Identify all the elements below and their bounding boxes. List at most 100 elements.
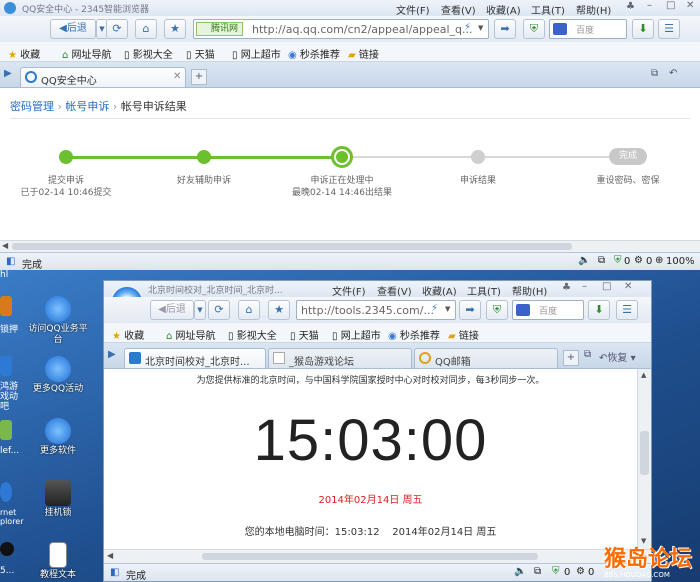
- restore-button[interactable]: ↶恢复 ▾: [599, 349, 636, 364]
- speed-icon[interactable]: ⚡: [464, 22, 471, 33]
- fav-market[interactable]: ▯ 网上超市: [232, 46, 281, 61]
- fav-tmall[interactable]: ▯ 天猫: [186, 46, 215, 61]
- close-icon[interactable]: ✕: [624, 281, 632, 292]
- fav-collect[interactable]: ★ 收藏: [8, 46, 40, 61]
- menu-favorites[interactable]: 收藏(A): [486, 2, 521, 17]
- minimize-icon[interactable]: –: [582, 281, 587, 292]
- cut-app-icon[interactable]: [0, 356, 12, 376]
- shield-small-icon[interactable]: ⛨: [614, 255, 622, 266]
- scroll-thumb[interactable]: [12, 243, 572, 250]
- fav-video[interactable]: ▯ 影视大全: [228, 327, 277, 342]
- new-tab-icon[interactable]: +: [563, 350, 579, 366]
- vertical-scrollbar[interactable]: ▲ ▼: [637, 369, 651, 549]
- menu-file[interactable]: 文件(F): [332, 283, 366, 298]
- fav-links[interactable]: ▰ 链接: [448, 327, 479, 342]
- menu-favorites[interactable]: 收藏(A): [422, 283, 457, 298]
- url-text[interactable]: http://aq.qq.com/cn2/appeal/appeal_q...: [252, 23, 473, 36]
- fav-video[interactable]: ▯ 影视大全: [124, 46, 173, 61]
- desktop-icon-lock[interactable]: 挂机锁: [28, 480, 88, 519]
- tab-beijing-time[interactable]: 北京时间校对_北京时...: [124, 348, 266, 368]
- gear-icon[interactable]: ⚙: [576, 566, 585, 577]
- qq-penguin-icon[interactable]: [0, 542, 14, 556]
- window-icon[interactable]: ⧉: [534, 566, 541, 577]
- zoom-level[interactable]: 100%: [666, 256, 695, 267]
- fav-tmall[interactable]: ▯ 天猫: [290, 327, 319, 342]
- url-text[interactable]: http://tools.2345.com/...: [301, 304, 434, 317]
- skin-icon[interactable]: ♣: [626, 1, 635, 12]
- scroll-thumb[interactable]: [640, 431, 649, 475]
- home-icon[interactable]: ⌂: [238, 300, 260, 320]
- scroll-thumb[interactable]: [202, 553, 538, 560]
- scroll-left-icon[interactable]: ◀: [2, 241, 8, 250]
- fav-links[interactable]: ▰ 链接: [348, 46, 379, 61]
- tab-qq-mail[interactable]: QQ邮箱: [414, 348, 558, 368]
- back-button[interactable]: ◀后退: [50, 19, 96, 39]
- tab-close-icon[interactable]: ✕: [173, 71, 181, 82]
- go-icon[interactable]: ➡: [494, 19, 516, 39]
- cut-app-icon[interactable]: [0, 482, 12, 502]
- volume-icon[interactable]: 🔈: [514, 566, 526, 577]
- tab-houdao[interactable]: _猴岛游戏论坛: [268, 348, 412, 368]
- volume-icon[interactable]: 🔈: [578, 255, 590, 266]
- desktop-icon-qq-events[interactable]: 更多QQ活动: [28, 356, 88, 395]
- breadcrumb-password[interactable]: 密码管理: [10, 100, 54, 113]
- url-dropdown-icon[interactable]: ▼: [445, 305, 450, 313]
- shield-icon[interactable]: ⛨: [523, 19, 545, 39]
- desktop-icon-qq-biz[interactable]: 访问QQ业务平台: [28, 296, 88, 346]
- speed-icon[interactable]: ⚡: [431, 303, 438, 314]
- cut-app-icon[interactable]: [0, 296, 12, 316]
- refresh-icon[interactable]: ⟳: [208, 300, 230, 320]
- new-tab-icon[interactable]: +: [191, 69, 207, 85]
- star-icon[interactable]: ★: [268, 300, 290, 320]
- tab-list-icon[interactable]: ⧉: [584, 349, 591, 360]
- fav-nav[interactable]: ⌂ 网址导航: [62, 46, 112, 61]
- tab-list-icon[interactable]: ⧉: [651, 68, 658, 79]
- breadcrumb-appeal[interactable]: 帐号申诉: [65, 100, 109, 113]
- address-bar[interactable]: 腾讯网 http://aq.qq.com/cn2/appeal/appeal_q…: [193, 19, 489, 39]
- menu-file[interactable]: 文件(F): [396, 2, 430, 17]
- fav-flash[interactable]: ◉ 秒杀推荐: [388, 327, 440, 342]
- url-dropdown-icon[interactable]: ▼: [478, 24, 483, 32]
- restore-icon[interactable]: ↶: [669, 68, 677, 79]
- download-icon[interactable]: ⬇: [588, 300, 610, 320]
- desktop-icon-tutorial[interactable]: 教程文本: [28, 542, 88, 581]
- go-icon[interactable]: ➡: [459, 300, 481, 320]
- shield-icon[interactable]: ⛨: [486, 300, 508, 320]
- maximize-icon[interactable]: □: [666, 0, 675, 11]
- back-button[interactable]: ◀后退: [150, 300, 194, 320]
- fav-collect[interactable]: ★ 收藏: [112, 327, 144, 342]
- menu-view[interactable]: 查看(V): [377, 283, 412, 298]
- scroll-left-icon[interactable]: ◀: [107, 551, 113, 560]
- skin-icon[interactable]: ♣: [562, 282, 571, 293]
- menu-icon[interactable]: ☰: [658, 19, 680, 39]
- close-icon[interactable]: ✕: [686, 0, 694, 11]
- fav-flash[interactable]: ◉ 秒杀推荐: [288, 46, 340, 61]
- gear-icon[interactable]: ⚙: [634, 255, 643, 266]
- zoom-icon[interactable]: ⊕: [655, 255, 663, 266]
- back-dropdown-icon[interactable]: ▼: [194, 300, 206, 320]
- menu-icon[interactable]: ☰: [616, 300, 638, 320]
- refresh-icon[interactable]: ⟳: [106, 19, 128, 39]
- desktop-icon-more-software[interactable]: 更多软件: [28, 418, 88, 457]
- fav-market[interactable]: ▯ 网上超市: [332, 327, 381, 342]
- tab-qq-security[interactable]: QQ安全中心 ✕: [20, 67, 186, 87]
- star-icon[interactable]: ★: [164, 19, 186, 39]
- sidebar-toggle-icon[interactable]: ▶: [108, 349, 116, 360]
- window-icon[interactable]: ⧉: [598, 255, 605, 266]
- search-box[interactable]: 百度: [549, 19, 627, 39]
- download-icon[interactable]: ⬇: [632, 19, 654, 39]
- maximize-icon[interactable]: □: [602, 281, 611, 292]
- horizontal-scrollbar[interactable]: ◀: [0, 240, 700, 252]
- minimize-icon[interactable]: –: [647, 0, 652, 11]
- search-box[interactable]: 百度: [512, 300, 584, 320]
- home-icon[interactable]: ⌂: [135, 19, 157, 39]
- address-bar[interactable]: http://tools.2345.com/... ⚡ ▼: [296, 300, 456, 320]
- menu-help[interactable]: 帮助(H): [576, 2, 611, 17]
- horizontal-scrollbar[interactable]: ◀ ▶: [104, 549, 651, 563]
- fav-nav[interactable]: ⌂ 网址导航: [166, 327, 216, 342]
- menu-view[interactable]: 查看(V): [441, 2, 476, 17]
- menu-tools[interactable]: 工具(T): [531, 2, 565, 17]
- shield-small-icon[interactable]: ⛨: [552, 566, 560, 577]
- menu-help[interactable]: 帮助(H): [512, 283, 547, 298]
- scroll-up-icon[interactable]: ▲: [641, 371, 646, 379]
